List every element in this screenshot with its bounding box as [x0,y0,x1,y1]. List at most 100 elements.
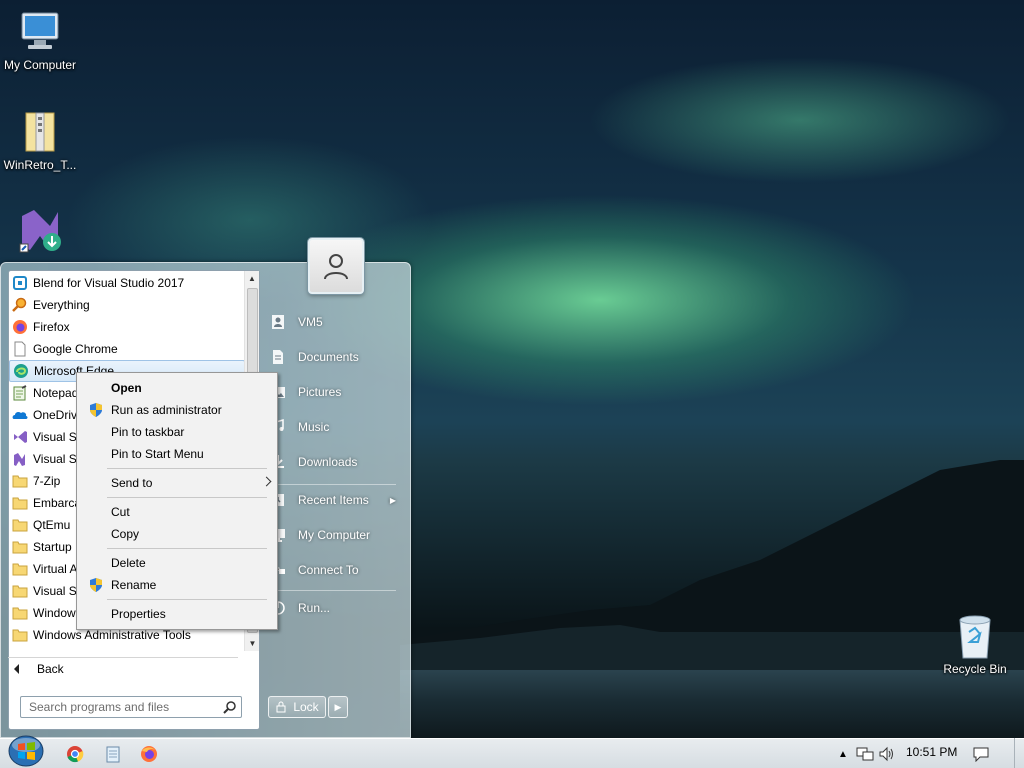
uac-shield-icon [88,402,104,418]
lock-label: Lock [293,700,319,714]
desktop-icon-vs-installer[interactable] [0,206,80,256]
program-label: Notepad [33,386,79,400]
context-menu-item[interactable]: Copy [80,523,274,545]
tray-show-hidden-icon[interactable]: ▲ [832,743,854,765]
program-label: Blend for Visual Studio 2017 [33,276,185,290]
start-right-item[interactable]: VM5 [270,310,400,334]
scroll-down-arrow-icon[interactable]: ▼ [245,636,260,651]
desktop-icon-label: Recycle Bin [943,662,1007,676]
program-label: Google Chrome [33,342,118,356]
clock-time[interactable]: 10:51 PM [906,745,957,759]
action-center-icon[interactable] [970,743,992,765]
start-right-item[interactable]: Downloads [270,450,400,474]
program-item[interactable]: Blend for Visual Studio 2017 [9,272,245,294]
network-icon[interactable] [854,743,876,765]
context-menu-label: Rename [111,578,157,592]
folder-icon [12,583,28,599]
start-right-item[interactable]: Pictures [270,380,400,404]
context-menu-item[interactable]: Properties [80,603,274,625]
context-menu-label: Run as administrator [111,403,222,417]
context-menu-item[interactable]: Cut [80,501,274,523]
lock-icon [276,701,286,713]
program-label: Firefox [33,320,70,334]
folder-icon [12,495,28,511]
taskbar-notepad-button[interactable] [102,743,124,765]
context-menu-label: Pin to taskbar [111,425,185,439]
chevron-right-icon: ▶ [334,701,342,712]
context-menu-item[interactable]: Pin to Start Menu [80,443,274,465]
program-label: Embarca [33,496,82,510]
program-label: Window [33,606,76,620]
context-menu-item[interactable]: Pin to taskbar [80,421,274,443]
user-icon [324,254,348,280]
chrome-icon [67,746,84,763]
user-avatar[interactable] [308,238,364,294]
start-right-label: Recent Items [298,493,369,507]
visual-studio-installer-icon [16,206,64,254]
folder-icon [12,605,28,621]
context-menu-separator [107,599,267,600]
start-right-item[interactable]: Run... [270,596,400,620]
search-icon[interactable] [223,700,237,717]
visual-studio-installer-icon [12,451,28,467]
context-menu-item[interactable]: Rename [80,574,274,596]
search-input[interactable]: Search programs and files [20,696,242,718]
folder-icon [12,627,28,643]
show-desktop-button[interactable] [1014,738,1024,768]
context-menu-label: Cut [111,505,130,519]
context-menu-separator [107,548,267,549]
volume-icon[interactable] [876,743,898,765]
program-label: 7-Zip [33,474,61,488]
program-label: Virtual A [33,562,78,576]
documents-icon [270,349,286,365]
context-menu-separator [107,497,267,498]
lock-button[interactable]: Lock [268,696,326,718]
context-menu-label: Open [111,381,142,395]
desktop-icon-label: My Computer [3,58,77,72]
start-right-item[interactable]: Recent Items ▶ [270,488,400,512]
desktop-icon-my-computer[interactable]: My Computer [0,8,80,72]
blank-file-icon [12,341,28,357]
firefox-icon [141,746,157,762]
notepad-icon [106,746,120,763]
start-right-item[interactable]: Documents [270,345,400,369]
desktop-icon-winretro[interactable]: WinRetro_T... [0,108,80,172]
context-menu-item[interactable]: Delete [80,552,274,574]
program-label: Windows Administrative Tools [33,628,191,642]
folder-icon [12,561,28,577]
folder-zip-icon [16,108,64,156]
start-right-item[interactable]: My Computer [270,523,400,547]
context-menu-item[interactable]: Run as administrator [80,399,274,421]
taskbar-firefox-button[interactable] [138,743,160,765]
context-menu-item[interactable]: Send to [80,472,274,494]
visual-studio-icon [12,429,28,445]
shutdown-options-button[interactable]: ▶ [328,696,348,718]
user-folder-icon [270,314,286,330]
taskbar-chrome-button[interactable] [64,743,86,765]
program-item[interactable]: Firefox [9,316,245,338]
folder-icon [12,517,28,533]
right-separator [272,484,396,485]
start-right-item[interactable]: Music [270,415,400,439]
program-item[interactable]: Everything [9,294,245,316]
program-label: Visual St [33,452,81,466]
desktop-icon-recycle-bin[interactable]: Recycle Bin [935,612,1015,676]
start-right-label: My Computer [298,528,371,542]
program-item[interactable]: Google Chrome [9,338,245,360]
start-right-item[interactable]: Connect To [270,558,400,582]
start-button[interactable] [6,734,46,768]
program-label: Startup [33,540,72,554]
windows-logo-icon [8,735,44,767]
back-button[interactable]: Back [8,657,238,679]
onedrive-icon [12,407,28,423]
firefox-icon [12,319,28,335]
start-right-label: Run... [298,601,331,615]
chevron-right-icon [261,476,272,487]
start-right-label: VM5 [298,315,323,329]
start-right-label: Documents [298,350,359,364]
context-menu-label: Send to [111,476,153,490]
scroll-up-arrow-icon[interactable]: ▲ [245,271,259,286]
folder-icon [12,473,28,489]
back-arrow-icon [14,663,19,674]
context-menu-item[interactable]: Open [80,377,274,399]
